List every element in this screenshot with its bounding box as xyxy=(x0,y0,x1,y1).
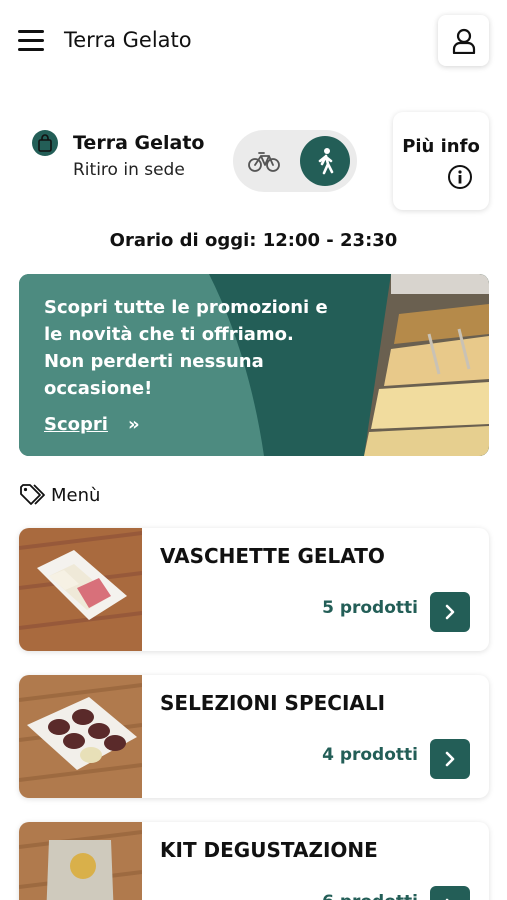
category-card-selezioni[interactable]: SELEZIONI SPECIALI 4 prodotti xyxy=(19,675,489,798)
category-open-button[interactable] xyxy=(430,886,470,900)
more-info-label: Più info xyxy=(402,136,480,157)
category-open-button[interactable] xyxy=(430,739,470,779)
promo-line: le novità che ti offriamo. xyxy=(44,324,294,345)
user-icon xyxy=(452,28,475,54)
promo-line: occasione! xyxy=(44,378,153,399)
store-pickup-mode: Ritiro in sede xyxy=(73,160,185,180)
category-count: 5 prodotti xyxy=(322,598,418,618)
app-header: Terra Gelato xyxy=(0,0,507,84)
category-title: SELEZIONI SPECIALI xyxy=(160,691,386,715)
promo-line: Scopri tutte le promozioni e xyxy=(44,297,328,318)
chevron-right-icon xyxy=(445,604,455,620)
delivery-mode-toggle[interactable] xyxy=(233,130,357,192)
category-title: KIT DEGUSTAZIONE xyxy=(160,838,378,862)
discover-link[interactable]: Scopri xyxy=(44,414,108,435)
menu-section-header: Menù xyxy=(19,482,100,508)
promo-text: Scopri tutte le promozioni e le novità c… xyxy=(44,294,344,402)
menu-label: Menù xyxy=(51,484,101,506)
app-title: Terra Gelato xyxy=(64,28,192,52)
info-icon xyxy=(448,165,472,189)
opening-hours: Orario di oggi: 12:00 - 23:30 xyxy=(109,230,398,251)
category-card-vaschette[interactable]: VASCHETTE GELATO 5 prodotti xyxy=(19,528,489,651)
store-info-row: Terra Gelato Ritiro in sede Più info xyxy=(0,110,507,215)
bicycle-icon[interactable] xyxy=(247,146,281,176)
walk-pickup-button[interactable] xyxy=(300,136,350,186)
category-open-button[interactable] xyxy=(430,592,470,632)
tasting-kit-image xyxy=(19,822,142,900)
store-name: Terra Gelato xyxy=(73,132,205,154)
more-info-button[interactable]: Più info xyxy=(393,112,489,210)
walking-person-icon xyxy=(318,148,334,175)
user-account-button[interactable] xyxy=(438,15,489,66)
category-count: 4 prodotti xyxy=(322,745,418,765)
promo-banner[interactable]: Scopri tutte le promozioni e le novità c… xyxy=(19,274,489,456)
double-chevron-right-icon[interactable]: » xyxy=(128,414,140,435)
category-title: VASCHETTE GELATO xyxy=(160,544,385,568)
chevron-right-icon xyxy=(445,751,455,767)
special-selection-image xyxy=(19,675,142,798)
category-card-kit[interactable]: KIT DEGUSTAZIONE 6 prodotti xyxy=(19,822,489,900)
hamburger-menu-icon[interactable] xyxy=(18,30,44,52)
category-count: 6 prodotti xyxy=(322,892,418,900)
shopping-bag-icon xyxy=(32,130,58,156)
ice-cream-tub-image xyxy=(19,528,142,651)
price-tag-icon xyxy=(20,484,45,505)
promo-line: Non perderti nessuna xyxy=(44,351,264,372)
